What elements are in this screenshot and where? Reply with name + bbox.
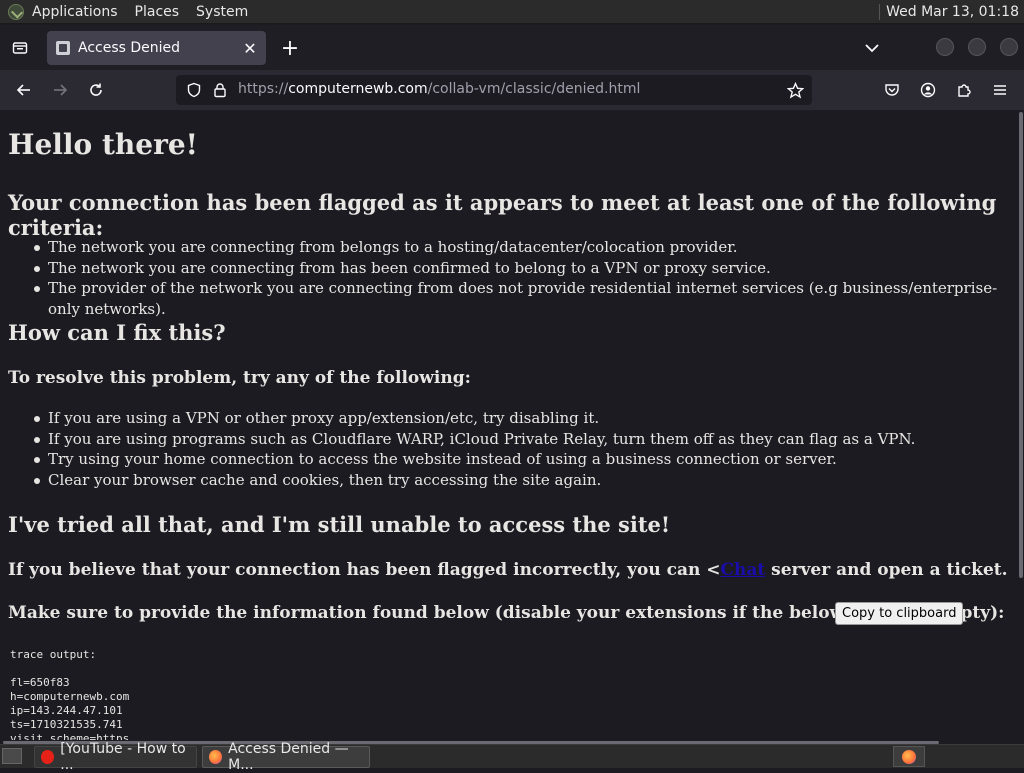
list-item: Clear your browser cache and cookies, th… bbox=[33, 470, 915, 491]
fixes-list: If you are using a VPN or other proxy ap… bbox=[0, 408, 915, 490]
tab-favicon-icon bbox=[56, 41, 70, 55]
incorrect-flag-before: If you believe that your connection has … bbox=[8, 560, 721, 580]
url-path: /collab-vm/classic/denied.html bbox=[427, 81, 641, 97]
app-menu-button[interactable] bbox=[987, 77, 1013, 103]
top-panel: Applications Places System Wed Mar 13, 0… bbox=[0, 0, 1024, 24]
minimize-window-button[interactable] bbox=[936, 38, 954, 56]
pocket-icon bbox=[885, 84, 899, 96]
distro-logo-icon[interactable] bbox=[8, 3, 24, 20]
trace-line: h=computernewb.com bbox=[10, 690, 130, 703]
list-item: If you are using programs such as Cloudf… bbox=[33, 429, 916, 448]
list-item: The provider of the network you are conn… bbox=[34, 278, 1018, 318]
page-heading: Hello there! bbox=[8, 128, 198, 161]
trace-line: ip=143.244.47.101 bbox=[10, 704, 123, 717]
lock-icon[interactable] bbox=[212, 82, 228, 98]
extensions-button[interactable] bbox=[951, 77, 977, 103]
list-item: The network you are connecting from has … bbox=[34, 258, 1018, 279]
incorrect-flag-text: If you believe that your connection has … bbox=[8, 560, 1008, 580]
close-window-button[interactable] bbox=[1000, 38, 1018, 56]
trace-line: fl=650f83 bbox=[10, 676, 70, 689]
flagged-heading: Your connection has been flagged as it a… bbox=[8, 190, 997, 240]
tracking-protection-shield-icon[interactable] bbox=[186, 82, 202, 98]
tab-strip: Access Denied ✕ + bbox=[0, 25, 1024, 70]
list-item: Try using your home connection to access… bbox=[33, 449, 915, 470]
criteria-list: The network you are connecting from belo… bbox=[0, 237, 1018, 318]
copy-to-clipboard-button[interactable]: Copy to clipboard bbox=[835, 602, 964, 625]
firefox-icon bbox=[902, 749, 916, 764]
url-scheme: https:// bbox=[238, 81, 289, 97]
account-button[interactable] bbox=[915, 77, 941, 103]
taskbar: [YouTube - How to ... Access Denied — M.… bbox=[0, 741, 1024, 773]
reload-icon bbox=[90, 83, 102, 96]
tray-firefox-icon[interactable] bbox=[893, 746, 925, 767]
scrollbar-thumb[interactable] bbox=[1019, 112, 1023, 578]
trace-line: ts=1710321535.741 bbox=[10, 718, 123, 731]
tab-title: Access Denied bbox=[78, 40, 181, 56]
firefox-view-icon bbox=[12, 41, 28, 54]
tab-close-icon[interactable]: ✕ bbox=[238, 36, 262, 60]
incorrect-flag-after: server and open a ticket. bbox=[765, 560, 1008, 580]
url-text[interactable]: https://computernewb.com/collab-vm/class… bbox=[238, 81, 640, 97]
forward-arrow-icon bbox=[54, 84, 68, 96]
bookmark-star-icon[interactable] bbox=[787, 82, 804, 99]
hamburger-menu-icon bbox=[994, 85, 1006, 95]
fix-heading: How can I fix this? bbox=[8, 320, 226, 345]
vertical-scrollbar[interactable] bbox=[1018, 110, 1024, 740]
trace-output[interactable]: trace output: fl=650f83 h=computernewb.c… bbox=[10, 648, 129, 740]
maximize-window-button[interactable] bbox=[968, 38, 986, 56]
puzzle-icon bbox=[958, 84, 971, 97]
back-button[interactable] bbox=[11, 77, 37, 103]
places-menu[interactable]: Places bbox=[135, 4, 180, 20]
trace-line: visit_scheme=https bbox=[10, 732, 130, 740]
taskbar-item-label: [YouTube - How to ... bbox=[60, 741, 186, 773]
tried-heading: I've tried all that, and I'm still unabl… bbox=[8, 512, 671, 537]
taskbar-item-label: Access Denied — M... bbox=[228, 741, 349, 773]
new-tab-button[interactable]: + bbox=[277, 35, 303, 61]
reload-button[interactable] bbox=[83, 77, 109, 103]
trace-line: trace output: bbox=[10, 648, 97, 661]
url-host: computernewb.com bbox=[288, 81, 428, 97]
account-icon bbox=[920, 82, 936, 98]
firefox-icon bbox=[209, 750, 223, 764]
address-bar[interactable]: https://computernewb.com/collab-vm/class… bbox=[176, 75, 812, 105]
resolve-heading: To resolve this problem, try any of the … bbox=[8, 368, 471, 388]
youtube-icon bbox=[41, 750, 55, 764]
system-menu[interactable]: System bbox=[196, 4, 248, 20]
page-content: Hello there! Your connection has been fl… bbox=[0, 110, 1018, 740]
list-item: If you are using a VPN or other proxy ap… bbox=[33, 408, 915, 429]
list-all-tabs-button[interactable] bbox=[860, 37, 884, 59]
tab-access-denied[interactable]: Access Denied ✕ bbox=[47, 31, 266, 65]
chat-link[interactable]: Chat bbox=[720, 560, 765, 580]
taskbar-item-youtube[interactable]: [YouTube - How to ... bbox=[34, 741, 197, 773]
pocket-button[interactable] bbox=[879, 77, 905, 103]
chevron-down-icon bbox=[865, 44, 879, 53]
forward-button[interactable] bbox=[47, 77, 73, 103]
nav-toolbar: https://computernewb.com/collab-vm/class… bbox=[0, 70, 1024, 110]
clock[interactable]: Wed Mar 13, 01:18 bbox=[879, 3, 1019, 20]
applications-menu[interactable]: Applications bbox=[32, 4, 118, 20]
show-desktop-icon[interactable] bbox=[2, 748, 22, 764]
taskbar-item-firefox[interactable]: Access Denied — M... bbox=[202, 741, 370, 773]
firefox-view-button[interactable] bbox=[0, 25, 40, 70]
back-arrow-icon bbox=[16, 84, 30, 96]
list-item: The network you are connecting from belo… bbox=[34, 237, 1018, 258]
